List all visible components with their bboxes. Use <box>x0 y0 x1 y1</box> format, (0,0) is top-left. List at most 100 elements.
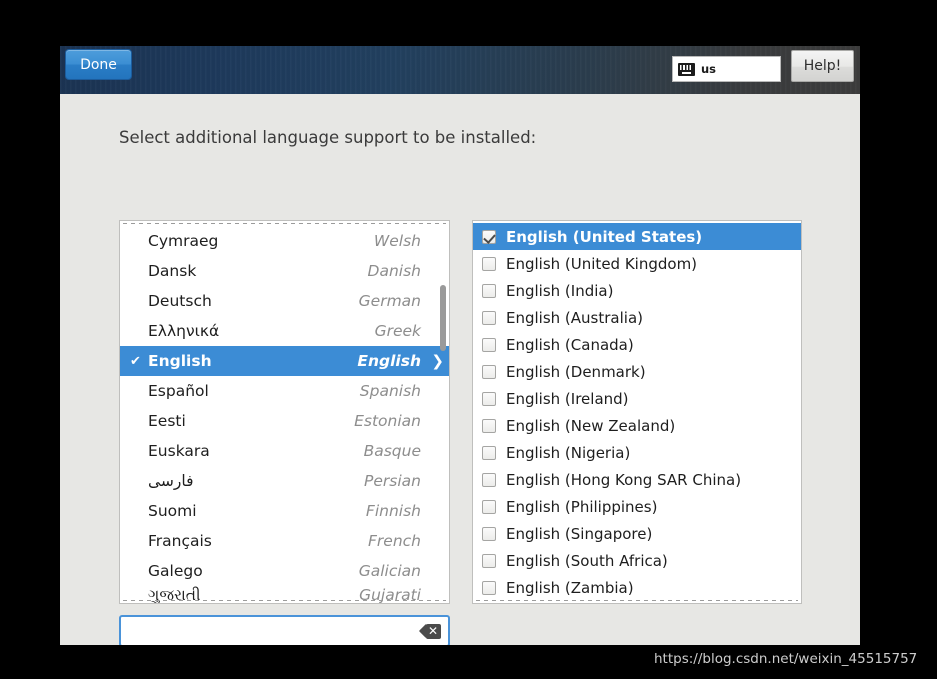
locale-list-item[interactable]: English (Zambia) <box>473 574 801 601</box>
locale-label: English (South Africa) <box>506 551 668 570</box>
language-english-name: English <box>357 352 421 370</box>
locale-label: English (Denmark) <box>506 362 646 381</box>
language-list-item[interactable]: Français French <box>120 526 449 556</box>
language-list[interactable]: Cymraeg Welsh Dansk Danish Deutsch German Ελλη… <box>119 220 450 604</box>
language-native-name: Français <box>148 532 212 550</box>
language-list-item[interactable]: فارسی Persian <box>120 466 449 496</box>
language-english-name: German <box>358 292 421 310</box>
locale-label: English (Zambia) <box>506 578 634 597</box>
locale-label: English (Singapore) <box>506 524 653 543</box>
language-english-name: Welsh <box>373 232 421 250</box>
language-english-name: Spanish <box>359 382 421 400</box>
locale-checkbox[interactable] <box>482 553 496 568</box>
language-list-item[interactable]: ✔ English English ❯ <box>120 346 449 376</box>
locale-list-item[interactable]: English (India) <box>473 277 801 304</box>
locale-scroll-indicator-bottom <box>476 600 798 601</box>
locale-checkbox[interactable] <box>482 256 496 271</box>
locale-checkbox[interactable] <box>482 391 496 406</box>
done-button[interactable]: Done <box>65 49 132 80</box>
language-list-item[interactable]: Deutsch German <box>120 286 449 316</box>
language-native-name: Cymraeg <box>148 232 219 250</box>
locale-label: English (Canada) <box>506 335 634 354</box>
instruction-text: Select additional language support to be… <box>119 128 537 147</box>
locale-label: English (India) <box>506 281 614 300</box>
locale-list-item[interactable]: English (Singapore) <box>473 520 801 547</box>
locale-checkbox[interactable] <box>482 580 496 595</box>
language-native-name: Euskara <box>148 442 210 460</box>
clear-icon-x: ✕ <box>428 623 439 638</box>
language-native-name: Dansk <box>148 262 197 280</box>
locale-list-item[interactable]: English (South Africa) <box>473 547 801 574</box>
language-native-name: Ελληνικά <box>148 322 220 340</box>
locale-label: English (Ireland) <box>506 389 629 408</box>
chevron-right-icon: ❯ <box>431 351 444 370</box>
locale-list-item[interactable]: English (Philippines) <box>473 493 801 520</box>
language-native-name: ગુજરાતી <box>148 586 201 604</box>
language-list-item[interactable]: ગુજરાતી Gujarati <box>120 586 449 604</box>
watermark: https://blog.csdn.net/weixin_45515757 <box>654 651 918 667</box>
language-list-item[interactable]: Suomi Finnish <box>120 496 449 526</box>
language-native-name: English <box>148 352 212 370</box>
scroll-indicator-bottom <box>123 600 446 601</box>
content-area: Select additional language support to be… <box>60 94 860 645</box>
locale-list-item[interactable]: English (Canada) <box>473 331 801 358</box>
product-title: CENTOS 7 INSTALLATION <box>669 46 856 47</box>
locale-checkbox[interactable] <box>482 526 496 541</box>
locale-list-item[interactable]: English (Hong Kong SAR China) <box>473 466 801 493</box>
language-list-item[interactable]: Español Spanish <box>120 376 449 406</box>
language-list-item[interactable]: Eesti Estonian <box>120 406 449 436</box>
locale-label: English (Philippines) <box>506 497 658 516</box>
language-native-name: Eesti <box>148 412 186 430</box>
locale-checkbox[interactable] <box>482 283 496 298</box>
locale-list-item[interactable]: English (Ireland) <box>473 385 801 412</box>
language-native-name: Español <box>148 382 209 400</box>
language-list-item[interactable]: Ελληνικά Greek <box>120 316 449 346</box>
language-list-item[interactable]: Cymraeg Welsh <box>120 226 449 256</box>
scroll-indicator-top <box>123 223 446 224</box>
locale-list-item[interactable]: English (United Kingdom) <box>473 250 801 277</box>
locale-label: English (United Kingdom) <box>506 254 698 273</box>
locale-checkbox[interactable] <box>482 445 496 460</box>
locale-list-item[interactable]: English (Denmark) <box>473 358 801 385</box>
installer-window: LANGUAGE SUPPORT CENTOS 7 INSTALLATION D… <box>60 46 860 645</box>
language-list-rows: Cymraeg Welsh Dansk Danish Deutsch German Ελλη… <box>120 226 449 604</box>
locale-checkbox[interactable] <box>482 310 496 325</box>
language-list-scrollbar[interactable] <box>440 285 446 351</box>
locale-list[interactable]: English (United States) English (United K… <box>472 220 802 604</box>
locale-checkbox[interactable] <box>482 364 496 379</box>
language-list-item[interactable]: Euskara Basque <box>120 436 449 466</box>
language-search-box[interactable]: ✕ <box>119 615 450 645</box>
locale-list-item[interactable]: English (Australia) <box>473 304 801 331</box>
clear-search-icon[interactable]: ✕ <box>418 623 441 639</box>
search-input[interactable] <box>121 617 421 645</box>
locale-label: English (Nigeria) <box>506 443 631 462</box>
locale-list-item[interactable]: English (New Zealand) <box>473 412 801 439</box>
keyboard-icon <box>678 62 695 76</box>
locale-label: English (United States) <box>506 227 703 246</box>
language-list-item[interactable]: Dansk Danish <box>120 256 449 286</box>
language-native-name: Deutsch <box>148 292 212 310</box>
page-title: LANGUAGE SUPPORT <box>64 46 251 48</box>
help-button[interactable]: Help! <box>791 50 854 82</box>
language-english-name: Danish <box>367 262 421 280</box>
locale-list-item[interactable]: English (Nigeria) <box>473 439 801 466</box>
language-english-name: Basque <box>363 442 421 460</box>
locale-label: English (Australia) <box>506 308 643 327</box>
locale-checkbox[interactable] <box>482 229 496 244</box>
locale-checkbox[interactable] <box>482 337 496 352</box>
language-english-name: French <box>368 532 421 550</box>
language-native-name: Galego <box>148 562 203 580</box>
locale-label: English (Hong Kong SAR China) <box>506 470 742 489</box>
keyboard-layout-label: us <box>701 62 717 76</box>
keyboard-layout-indicator[interactable]: us <box>672 56 781 82</box>
locale-list-item[interactable]: English (United States) <box>473 223 801 250</box>
locale-checkbox[interactable] <box>482 499 496 514</box>
locale-label: English (New Zealand) <box>506 416 676 435</box>
check-icon: ✔ <box>130 353 141 369</box>
header-bar: LANGUAGE SUPPORT CENTOS 7 INSTALLATION D… <box>60 46 860 94</box>
language-english-name: Gujarati <box>359 586 421 604</box>
locale-checkbox[interactable] <box>482 418 496 433</box>
language-english-name: Estonian <box>354 412 421 430</box>
language-list-item[interactable]: Galego Galician <box>120 556 449 586</box>
locale-checkbox[interactable] <box>482 472 496 487</box>
